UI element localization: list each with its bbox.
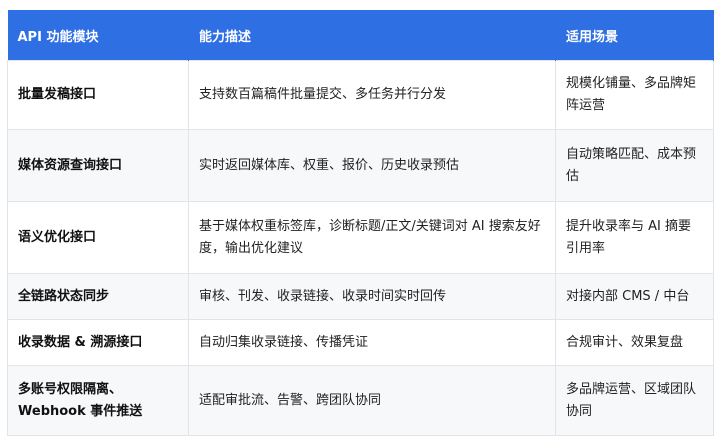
api-table-container: API 功能模块 能力描述 适用场景 批量发稿接口 支持数百篇稿件批量提交、多任… xyxy=(7,10,714,436)
module-name: 全链路状态同步 xyxy=(7,273,189,320)
module-name: 批量发稿接口 xyxy=(7,60,189,130)
module-description: 基于媒体权重标签库，诊断标题/正文/关键词对 AI 搜索友好度，输出优化建议 xyxy=(188,201,556,274)
module-description: 实时返回媒体库、权重、报价、历史收录预估 xyxy=(188,129,556,202)
module-description: 自动归集收录链接、传播凭证 xyxy=(188,319,556,366)
table-row: 多账号权限隔离、Webhook 事件推送 适配审批流、告警、跨团队协同 多品牌运… xyxy=(7,365,714,436)
table-header-row: API 功能模块 能力描述 适用场景 xyxy=(7,10,714,61)
module-scenario: 合规审计、效果复盘 xyxy=(555,319,714,366)
module-scenario: 对接内部 CMS / 中台 xyxy=(555,273,714,320)
header-module: API 功能模块 xyxy=(7,10,189,61)
module-scenario: 规模化铺量、多品牌矩阵运营 xyxy=(555,60,714,130)
header-scenario: 适用场景 xyxy=(555,10,714,61)
table-row: 收录数据 & 溯源接口 自动归集收录链接、传播凭证 合规审计、效果复盘 xyxy=(7,319,714,366)
module-description: 审核、刊发、收录链接、收录时间实时回传 xyxy=(188,273,556,320)
table-row: 全链路状态同步 审核、刊发、收录链接、收录时间实时回传 对接内部 CMS / 中… xyxy=(7,273,714,320)
module-scenario: 多品牌运营、区域团队协同 xyxy=(555,365,714,436)
api-module-table: API 功能模块 能力描述 适用场景 批量发稿接口 支持数百篇稿件批量提交、多任… xyxy=(7,10,714,436)
module-description: 适配审批流、告警、跨团队协同 xyxy=(188,365,556,436)
module-name: 多账号权限隔离、Webhook 事件推送 xyxy=(7,365,189,436)
module-name: 收录数据 & 溯源接口 xyxy=(7,319,189,366)
module-description: 支持数百篇稿件批量提交、多任务并行分发 xyxy=(188,60,556,130)
module-scenario: 提升收录率与 AI 摘要引用率 xyxy=(555,201,714,274)
module-name: 媒体资源查询接口 xyxy=(7,129,189,202)
table-row: 媒体资源查询接口 实时返回媒体库、权重、报价、历史收录预估 自动策略匹配、成本预… xyxy=(7,129,714,202)
header-description: 能力描述 xyxy=(188,10,556,61)
table-row: 语义优化接口 基于媒体权重标签库，诊断标题/正文/关键词对 AI 搜索友好度，输… xyxy=(7,201,714,274)
module-name: 语义优化接口 xyxy=(7,201,189,274)
table-row: 批量发稿接口 支持数百篇稿件批量提交、多任务并行分发 规模化铺量、多品牌矩阵运营 xyxy=(7,60,714,130)
module-scenario: 自动策略匹配、成本预估 xyxy=(555,129,714,202)
